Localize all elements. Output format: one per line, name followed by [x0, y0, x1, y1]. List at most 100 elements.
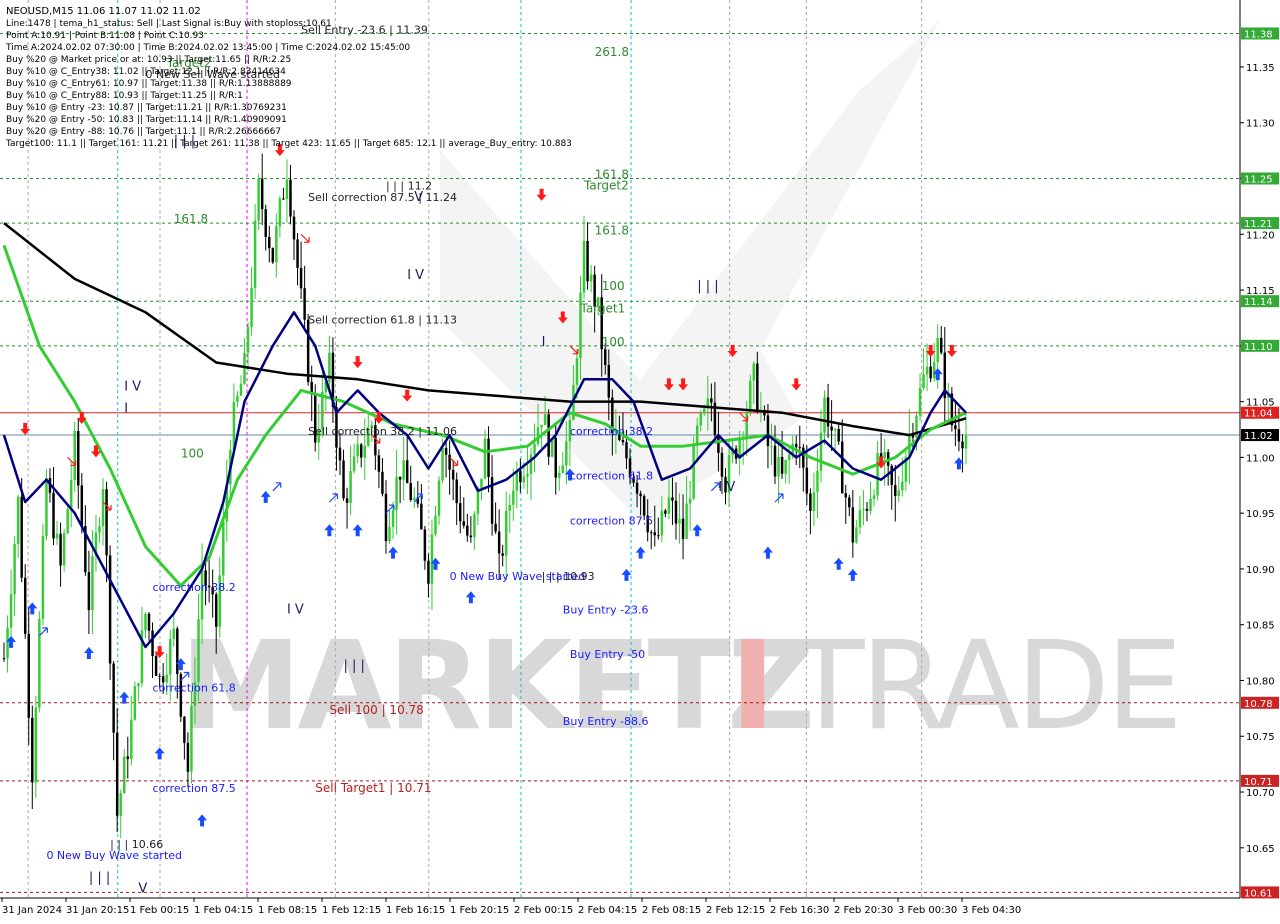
candle-body: [384, 493, 388, 542]
candle-body: [77, 430, 80, 486]
candle-body: [890, 465, 893, 486]
annotation-green: 161.8: [174, 212, 208, 226]
candle-body: [695, 425, 699, 444]
wave-label: | | |: [697, 279, 718, 294]
candle-body: [144, 613, 147, 631]
candle-body: [964, 435, 968, 449]
candle-body: [922, 374, 925, 388]
chart-svg[interactable]: MARKETZI TRADE correction 38.2correction …: [0, 0, 1280, 920]
candle-body: [635, 482, 639, 494]
candle-body: [844, 493, 847, 498]
wave-label: I V: [718, 480, 735, 495]
candle-body: [653, 532, 657, 536]
candle-body: [816, 470, 819, 493]
candle-body: [575, 358, 579, 385]
candle-body: [582, 240, 586, 293]
wave-label: V: [138, 881, 147, 896]
candle-body: [359, 444, 363, 458]
candle-body: [685, 503, 688, 539]
candle-body: [402, 460, 405, 480]
candle-body: [23, 577, 27, 634]
time-tick-label: 3 Feb 04:30: [962, 905, 1021, 916]
candle-body: [925, 366, 929, 375]
candle-body: [837, 428, 840, 442]
annotation-dark: | | | 11.2: [386, 180, 432, 193]
candle-body: [292, 216, 296, 240]
candle-body: [855, 527, 858, 543]
wave-label: | | |: [344, 658, 365, 673]
header-info-line: Point A:10.91 | Point B:11.08 | Point C:…: [6, 31, 204, 41]
candle-body: [271, 248, 275, 263]
candle-body: [501, 553, 504, 556]
candle-body: [720, 452, 724, 477]
candle-body: [770, 445, 773, 447]
candle-body: [876, 453, 879, 496]
candle-body: [589, 274, 593, 282]
candle-body: [2, 658, 6, 660]
candle-body: [586, 240, 589, 282]
candle-body: [451, 469, 455, 480]
candle-body: [699, 412, 702, 426]
candle-body: [342, 460, 345, 499]
candle-body: [639, 493, 642, 497]
header-info-line: Time A:2024.02.02 07:30:00 | Time B:2024…: [5, 43, 410, 53]
candle-body: [462, 521, 466, 526]
candle-body: [649, 532, 653, 534]
candle-body: [409, 482, 412, 500]
candle-body: [519, 471, 522, 483]
candle-body: [957, 429, 961, 442]
chart-canvas[interactable]: MARKETZ I TRADE correction 38.2 correction …: [0, 0, 1280, 920]
level-price-tag-label: 10.61: [1244, 888, 1273, 899]
candle-body: [642, 496, 646, 516]
candle-body: [275, 226, 278, 263]
candle-body: [430, 534, 434, 584]
annotation-green: 100: [181, 446, 204, 460]
candle-body: [480, 478, 483, 488]
candle-body: [137, 683, 140, 687]
candle-body: [338, 447, 342, 461]
time-tick-label: 3 Feb 00:30: [898, 905, 957, 916]
candle-body: [901, 481, 904, 491]
candle-body: [897, 490, 901, 496]
candle-body: [345, 498, 349, 503]
candle-body: [674, 500, 678, 524]
candle-body: [250, 287, 253, 328]
candle-body: [16, 496, 20, 545]
header-info-line: Buy %10 @ C_Entry61: 10.97 || Target:11.…: [6, 79, 292, 89]
annotation-dark: Sell correction 87.5 | 11.24: [308, 191, 457, 204]
candle-body: [303, 288, 306, 320]
level-price-tag-label: 10.71: [1244, 777, 1273, 788]
annotation-red: Sell Target1 | 10.71: [315, 781, 431, 795]
level-price-tag-label: 11.38: [1244, 29, 1273, 40]
wave-label: I V: [407, 268, 424, 283]
candle-body: [176, 628, 179, 675]
candle-body: [858, 509, 862, 528]
watermark-text-mid: I: [730, 615, 775, 757]
candle-body: [115, 732, 119, 816]
candle-body: [819, 432, 823, 471]
time-tick-label: 1 Feb 16:15: [386, 905, 445, 916]
header-info-line: Buy %20 @ Entry -88: 10.76 || Target:11.…: [6, 127, 281, 137]
annotation-dark: | | | 10.93: [542, 570, 595, 583]
candle-body: [69, 479, 73, 510]
candle-body: [805, 467, 809, 494]
candle-body: [239, 383, 243, 396]
time-tick-label: 1 Feb 20:15: [450, 905, 509, 916]
time-axis-panel: [0, 898, 1280, 920]
candle-body: [356, 444, 359, 457]
candle-body: [55, 533, 59, 539]
candle-body: [802, 447, 805, 468]
header-info-line: Buy %10 @ C_Entry38: 11.02 || Target:12.…: [6, 67, 286, 77]
candle-body: [34, 707, 38, 783]
wave-label: I V: [124, 379, 141, 394]
candle-body: [459, 503, 462, 522]
candle-body: [151, 630, 154, 657]
price-tick-label: 11.30: [1246, 119, 1275, 130]
price-tick-label: 10.75: [1246, 732, 1275, 743]
candle-body: [80, 485, 84, 526]
candle-body: [257, 178, 260, 221]
candle-body: [154, 656, 158, 676]
candle-body: [681, 518, 685, 539]
candle-body: [246, 327, 250, 353]
candle-body: [296, 239, 299, 268]
